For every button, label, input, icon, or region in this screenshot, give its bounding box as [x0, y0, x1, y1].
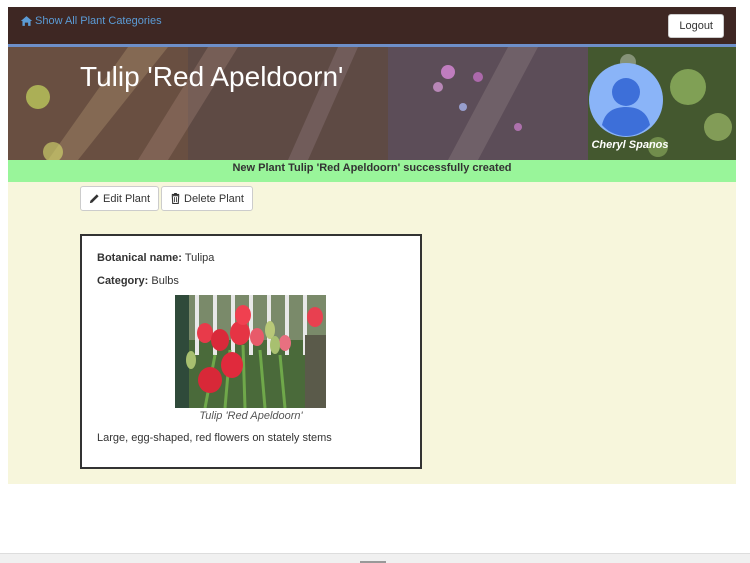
success-alert: New Plant Tulip 'Red Apeldoorn' successf…	[8, 160, 736, 182]
show-all-categories-label: Show All Plant Categories	[35, 15, 162, 27]
show-all-categories-link[interactable]: Show All Plant Categories	[20, 15, 162, 27]
logout-button[interactable]: Logout	[668, 14, 724, 38]
user-name: Cheryl Spanos	[591, 139, 669, 151]
page-title: Tulip 'Red Apeldoorn'	[80, 61, 344, 92]
photo-caption: Tulip 'Red Apeldoorn'	[199, 410, 303, 422]
top-navbar: Show All Plant Categories Logout	[8, 7, 736, 47]
botanical-name-value: Tulipa	[184, 252, 215, 264]
plant-description: Large, egg-shaped, red flowers on statel…	[97, 432, 332, 444]
botanical-name-field: Botanical name: Tulipa	[97, 252, 214, 264]
delete-plant-label: Delete Plant	[184, 192, 244, 205]
header-banner: Tulip 'Red Apeldoorn' Cheryl Spanos	[8, 47, 736, 160]
trash-icon	[171, 193, 180, 204]
page: Show All Plant Categories Logout Tulip '…	[0, 0, 750, 563]
home-icon	[20, 16, 33, 26]
botanical-name-label: Botanical name:	[97, 252, 182, 264]
plant-photo	[175, 295, 326, 408]
edit-plant-button[interactable]: Edit Plant	[80, 186, 160, 211]
delete-plant-button[interactable]: Delete Plant	[161, 186, 253, 211]
category-label: Category:	[97, 275, 149, 287]
plant-detail-card: Botanical name: Tulipa Category: Bulbs T…	[80, 234, 422, 469]
user-avatar-icon	[589, 63, 663, 137]
pencil-icon	[89, 194, 99, 204]
category-field: Category: Bulbs	[97, 275, 179, 287]
edit-plant-label: Edit Plant	[103, 192, 151, 205]
main-content: Edit Plant Delete Plant Botanical name: …	[8, 182, 736, 484]
category-value: Bulbs	[151, 275, 179, 287]
